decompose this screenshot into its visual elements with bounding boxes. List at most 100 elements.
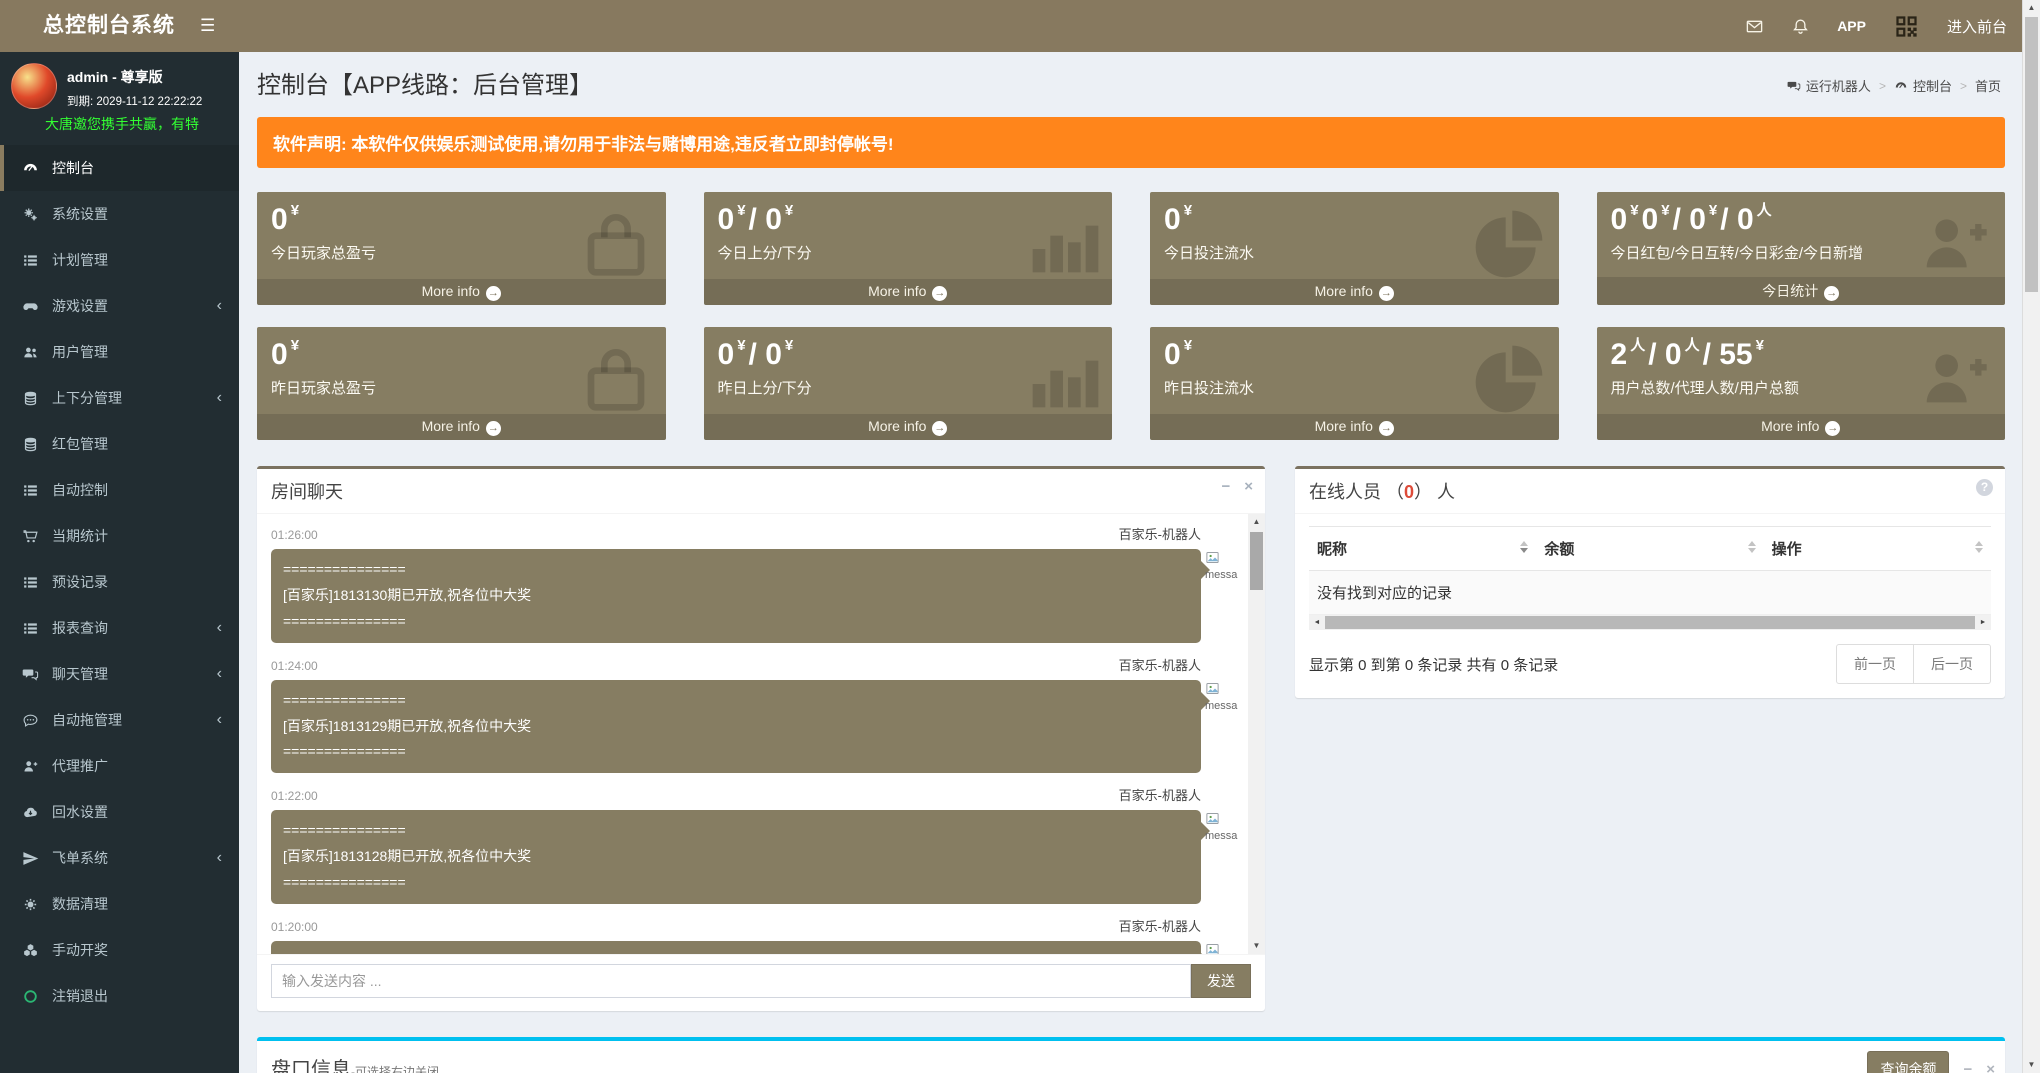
sidebar-item-system-settings[interactable]: 系统设置	[0, 191, 239, 237]
arrow-circle-right-icon: →	[1824, 286, 1839, 301]
sidebar-item-auto-control[interactable]: 自动控制	[0, 467, 239, 513]
sidebar-item-agent-promotion[interactable]: 代理推广	[0, 743, 239, 789]
market-info-title: 盘口信息	[271, 1059, 351, 1073]
sidebar-item-label: 飞单系统	[52, 848, 108, 868]
sidebar-item-data-cleanup[interactable]: 数据清理	[0, 881, 239, 927]
sidebar-item-logout[interactable]: 注销退出	[0, 973, 239, 1019]
stat-box-footer-link[interactable]: More info→	[1597, 414, 2006, 440]
sidebar-item-game-settings[interactable]: 游戏设置‹	[0, 283, 239, 329]
scroll-down-arrow-icon[interactable]: ▼	[2023, 1057, 2040, 1073]
sidebar-item-user-management[interactable]: 用户管理	[0, 329, 239, 375]
sidebar-toggle-button[interactable]: ☰	[190, 0, 225, 52]
avatar-alt-text: messa	[1205, 700, 1253, 712]
envelope-icon[interactable]	[1745, 17, 1764, 36]
sidebar-item-console[interactable]: 控制台	[0, 145, 239, 191]
scroll-up-arrow-icon[interactable]: ▲	[2023, 0, 2040, 16]
market-info-panel: 盘口信息-可选择右边关闭 查询余额 − ×	[257, 1037, 2005, 1073]
avatar	[11, 63, 57, 109]
shopping-bag-icon	[576, 339, 656, 419]
arrow-circle-right-icon: →	[1379, 286, 1394, 301]
help-icon[interactable]: ?	[1976, 479, 1993, 496]
online-users-body: 昵称余额操作 没有找到对应的记录 ◄ ► 显示第 0 到第 0 条记录 共有 0…	[1295, 514, 2005, 698]
breadcrumb-separator: >	[1879, 79, 1886, 93]
prev-page-button[interactable]: 前一页	[1836, 644, 1914, 684]
message-bubble: ===============[百家乐]1813129期已开放,祝各位中大奖==…	[271, 680, 1201, 774]
cloud-download-icon	[22, 804, 39, 821]
sidebar-item-updown-management[interactable]: 上下分管理 ‹	[0, 375, 239, 421]
online-users-header: 在线人员 （0） 人 ?	[1295, 469, 2005, 514]
table-column-header-2[interactable]: 操作	[1764, 527, 1991, 571]
bell-icon[interactable]	[1791, 17, 1810, 36]
database-icon	[22, 390, 39, 407]
chat-message-input[interactable]	[271, 964, 1191, 998]
minimize-icon[interactable]: −	[1221, 479, 1230, 494]
sidebar-item-flying-order-system[interactable]: 飞单系统‹	[0, 835, 239, 881]
sidebar: admin - 尊享版 到期: 2029-11-12 22:22:22 大唐邀您…	[0, 52, 239, 1073]
stat-box-footer-link[interactable]: More info→	[1150, 279, 1559, 305]
breadcrumb-item-label: 控制台	[1913, 76, 1952, 95]
sidebar-item-manual-draw[interactable]: 手动开奖	[0, 927, 239, 973]
cubes-icon	[22, 942, 39, 959]
sidebar-item-rebate-settings[interactable]: 回水设置	[0, 789, 239, 835]
message-bubble: ===============[百家乐]1813127期已开放,祝各位中大奖==…	[271, 941, 1201, 954]
next-page-button[interactable]: 后一页	[1914, 644, 1991, 684]
arrow-circle-right-icon: →	[932, 421, 947, 436]
sidebar-item-report-query[interactable]: 报表查询‹	[0, 605, 239, 651]
broken-image-icon	[1205, 811, 1220, 826]
sidebar-item-plan-management[interactable]: 计划管理	[0, 237, 239, 283]
close-icon[interactable]: ×	[1986, 1062, 1995, 1073]
sidebar-item-current-stats[interactable]: 当期统计	[0, 513, 239, 559]
chevron-left-icon: ‹	[217, 389, 222, 407]
breadcrumb-item-1[interactable]: 控制台	[1894, 76, 1952, 95]
stat-box-yesterday-updown: 0¥/ 0¥昨日上分/下分More info→	[704, 327, 1113, 440]
table-column-header-1[interactable]: 余额	[1536, 527, 1763, 571]
table-scrollbar-thumb[interactable]	[1325, 616, 1975, 629]
sidebar-item-label: 游戏设置	[52, 296, 108, 316]
stat-box-yesterday-player-profit: 0¥昨日玩家总盈亏More info→	[257, 327, 666, 440]
cart-icon	[22, 528, 39, 545]
sidebar-item-preset-records[interactable]: 预设记录	[0, 559, 239, 605]
sidebar-item-label: 上下分管理	[52, 388, 122, 408]
message-time: 01:24:00	[271, 659, 318, 673]
table-empty-message: 没有找到对应的记录	[1309, 571, 1991, 615]
comments-icon	[22, 666, 39, 683]
stat-box-footer-link[interactable]: More info→	[257, 279, 666, 305]
stat-box-footer-link[interactable]: More info→	[1150, 414, 1559, 440]
stat-box-footer-link[interactable]: More info→	[704, 279, 1113, 305]
query-balance-button[interactable]: 查询余额	[1867, 1051, 1949, 1073]
minimize-icon[interactable]: −	[1963, 1062, 1972, 1073]
column-header-label: 昵称	[1317, 541, 1347, 558]
sidebar-item-chat-management[interactable]: 聊天管理‹	[0, 651, 239, 697]
sidebar-item-auto-drag-management[interactable]: 自动拖管理‹	[0, 697, 239, 743]
stat-box-footer-link[interactable]: 今日统计→	[1597, 277, 2006, 305]
app-link[interactable]: APP	[1837, 18, 1866, 34]
qr-code-icon[interactable]	[1893, 13, 1920, 40]
arrow-circle-right-icon: →	[486, 421, 501, 436]
sidebar-item-label: 自动拖管理	[52, 710, 122, 730]
pie-chart-icon	[1469, 339, 1549, 419]
stat-box-footer-link[interactable]: More info→	[704, 414, 1113, 440]
gears-icon	[22, 206, 39, 223]
close-icon[interactable]: ×	[1244, 479, 1253, 494]
scroll-down-arrow-icon[interactable]: ▼	[1248, 938, 1265, 954]
online-users-title-prefix: 在线人员 （	[1309, 482, 1404, 502]
table-column-header-0[interactable]: 昵称	[1309, 527, 1536, 571]
stat-box-footer-link[interactable]: More info→	[257, 414, 666, 440]
send-button[interactable]: 发送	[1191, 964, 1251, 998]
page-scrollbar-thumb[interactable]	[2025, 17, 2038, 292]
breadcrumb-item-0[interactable]: 运行机器人	[1787, 76, 1871, 95]
scroll-right-arrow-icon[interactable]: ►	[1975, 615, 1991, 630]
sidebar-item-label: 聊天管理	[52, 664, 108, 684]
message-line: ===============	[283, 818, 1189, 844]
room-chat-header: 房间聊天 − ×	[257, 469, 1265, 514]
message-time: 01:20:00	[271, 920, 318, 934]
breadcrumb-item-2[interactable]: 首页	[1975, 76, 2001, 95]
enter-frontend-link[interactable]: 进入前台	[1947, 16, 2007, 37]
scroll-up-arrow-icon[interactable]: ▲	[1248, 514, 1265, 530]
chat-scrollbar-thumb[interactable]	[1250, 532, 1263, 590]
arrow-circle-right-icon: →	[932, 286, 947, 301]
message-bubble: ===============[百家乐]1813128期已开放,祝各位中大奖==…	[271, 810, 1201, 904]
scroll-left-arrow-icon[interactable]: ◄	[1309, 615, 1325, 630]
room-chat-tools: − ×	[1221, 479, 1253, 494]
sidebar-item-redpacket-management[interactable]: 红包管理	[0, 421, 239, 467]
